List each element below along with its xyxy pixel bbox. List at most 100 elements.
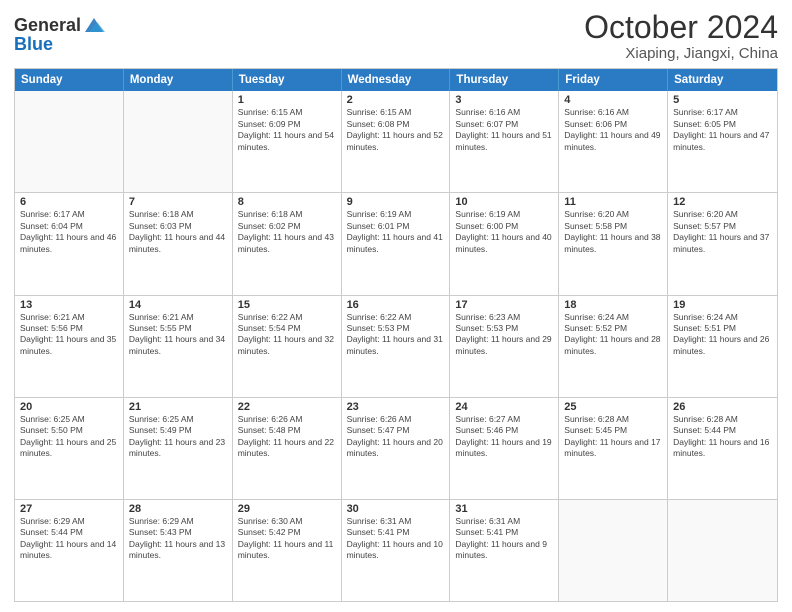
day-number: 21 [129, 401, 227, 413]
week-row-3: 20Sunrise: 6:25 AM Sunset: 5:50 PM Dayli… [15, 398, 777, 500]
day-15: 15Sunrise: 6:22 AM Sunset: 5:54 PM Dayli… [233, 296, 342, 397]
logo: General Blue [14, 14, 105, 55]
day-4: 4Sunrise: 6:16 AM Sunset: 6:06 PM Daylig… [559, 91, 668, 192]
day-info: Sunrise: 6:22 AM Sunset: 5:54 PM Dayligh… [238, 312, 336, 358]
day-number: 2 [347, 94, 445, 106]
day-12: 12Sunrise: 6:20 AM Sunset: 5:57 PM Dayli… [668, 193, 777, 294]
day-info: Sunrise: 6:31 AM Sunset: 5:41 PM Dayligh… [455, 516, 553, 562]
day-info: Sunrise: 6:31 AM Sunset: 5:41 PM Dayligh… [347, 516, 445, 562]
day-info: Sunrise: 6:25 AM Sunset: 5:50 PM Dayligh… [20, 414, 118, 460]
week-row-2: 13Sunrise: 6:21 AM Sunset: 5:56 PM Dayli… [15, 296, 777, 398]
week-row-0: 1Sunrise: 6:15 AM Sunset: 6:09 PM Daylig… [15, 91, 777, 193]
day-17: 17Sunrise: 6:23 AM Sunset: 5:53 PM Dayli… [450, 296, 559, 397]
empty-cell [668, 500, 777, 601]
day-19: 19Sunrise: 6:24 AM Sunset: 5:51 PM Dayli… [668, 296, 777, 397]
day-number: 16 [347, 299, 445, 311]
day-info: Sunrise: 6:23 AM Sunset: 5:53 PM Dayligh… [455, 312, 553, 358]
day-info: Sunrise: 6:26 AM Sunset: 5:48 PM Dayligh… [238, 414, 336, 460]
day-11: 11Sunrise: 6:20 AM Sunset: 5:58 PM Dayli… [559, 193, 668, 294]
day-number: 30 [347, 503, 445, 515]
day-16: 16Sunrise: 6:22 AM Sunset: 5:53 PM Dayli… [342, 296, 451, 397]
day-number: 14 [129, 299, 227, 311]
week-row-4: 27Sunrise: 6:29 AM Sunset: 5:44 PM Dayli… [15, 500, 777, 601]
day-number: 12 [673, 196, 772, 208]
day-24: 24Sunrise: 6:27 AM Sunset: 5:46 PM Dayli… [450, 398, 559, 499]
calendar-header: SundayMondayTuesdayWednesdayThursdayFrid… [15, 69, 777, 91]
empty-cell [124, 91, 233, 192]
day-number: 1 [238, 94, 336, 106]
day-info: Sunrise: 6:27 AM Sunset: 5:46 PM Dayligh… [455, 414, 553, 460]
day-1: 1Sunrise: 6:15 AM Sunset: 6:09 PM Daylig… [233, 91, 342, 192]
page-header: General Blue October 2024 Xiaping, Jiang… [14, 10, 778, 62]
day-3: 3Sunrise: 6:16 AM Sunset: 6:07 PM Daylig… [450, 91, 559, 192]
day-8: 8Sunrise: 6:18 AM Sunset: 6:02 PM Daylig… [233, 193, 342, 294]
day-number: 11 [564, 196, 662, 208]
day-number: 7 [129, 196, 227, 208]
day-26: 26Sunrise: 6:28 AM Sunset: 5:44 PM Dayli… [668, 398, 777, 499]
day-21: 21Sunrise: 6:25 AM Sunset: 5:49 PM Dayli… [124, 398, 233, 499]
day-number: 20 [20, 401, 118, 413]
day-number: 26 [673, 401, 772, 413]
day-9: 9Sunrise: 6:19 AM Sunset: 6:01 PM Daylig… [342, 193, 451, 294]
col-header-wednesday: Wednesday [342, 69, 451, 91]
day-number: 9 [347, 196, 445, 208]
day-23: 23Sunrise: 6:26 AM Sunset: 5:47 PM Dayli… [342, 398, 451, 499]
day-28: 28Sunrise: 6:29 AM Sunset: 5:43 PM Dayli… [124, 500, 233, 601]
day-6: 6Sunrise: 6:17 AM Sunset: 6:04 PM Daylig… [15, 193, 124, 294]
day-25: 25Sunrise: 6:28 AM Sunset: 5:45 PM Dayli… [559, 398, 668, 499]
day-22: 22Sunrise: 6:26 AM Sunset: 5:48 PM Dayli… [233, 398, 342, 499]
day-number: 5 [673, 94, 772, 106]
day-info: Sunrise: 6:29 AM Sunset: 5:43 PM Dayligh… [129, 516, 227, 562]
day-number: 18 [564, 299, 662, 311]
day-info: Sunrise: 6:16 AM Sunset: 6:07 PM Dayligh… [455, 107, 553, 153]
logo-blue: Blue [14, 34, 53, 55]
day-number: 13 [20, 299, 118, 311]
page-location: Xiaping, Jiangxi, China [584, 45, 778, 62]
col-header-saturday: Saturday [668, 69, 777, 91]
day-number: 17 [455, 299, 553, 311]
day-info: Sunrise: 6:21 AM Sunset: 5:56 PM Dayligh… [20, 312, 118, 358]
day-number: 15 [238, 299, 336, 311]
day-number: 28 [129, 503, 227, 515]
day-27: 27Sunrise: 6:29 AM Sunset: 5:44 PM Dayli… [15, 500, 124, 601]
empty-cell [559, 500, 668, 601]
title-block: October 2024 Xiaping, Jiangxi, China [584, 10, 778, 62]
day-18: 18Sunrise: 6:24 AM Sunset: 5:52 PM Dayli… [559, 296, 668, 397]
day-info: Sunrise: 6:22 AM Sunset: 5:53 PM Dayligh… [347, 312, 445, 358]
day-info: Sunrise: 6:20 AM Sunset: 5:57 PM Dayligh… [673, 209, 772, 255]
day-14: 14Sunrise: 6:21 AM Sunset: 5:55 PM Dayli… [124, 296, 233, 397]
day-number: 3 [455, 94, 553, 106]
day-info: Sunrise: 6:19 AM Sunset: 6:00 PM Dayligh… [455, 209, 553, 255]
day-info: Sunrise: 6:17 AM Sunset: 6:05 PM Dayligh… [673, 107, 772, 153]
day-info: Sunrise: 6:18 AM Sunset: 6:03 PM Dayligh… [129, 209, 227, 255]
day-number: 8 [238, 196, 336, 208]
day-info: Sunrise: 6:29 AM Sunset: 5:44 PM Dayligh… [20, 516, 118, 562]
day-info: Sunrise: 6:21 AM Sunset: 5:55 PM Dayligh… [129, 312, 227, 358]
day-7: 7Sunrise: 6:18 AM Sunset: 6:03 PM Daylig… [124, 193, 233, 294]
day-info: Sunrise: 6:17 AM Sunset: 6:04 PM Dayligh… [20, 209, 118, 255]
day-info: Sunrise: 6:19 AM Sunset: 6:01 PM Dayligh… [347, 209, 445, 255]
day-number: 24 [455, 401, 553, 413]
week-row-1: 6Sunrise: 6:17 AM Sunset: 6:04 PM Daylig… [15, 193, 777, 295]
day-number: 10 [455, 196, 553, 208]
calendar: SundayMondayTuesdayWednesdayThursdayFrid… [14, 68, 778, 602]
day-10: 10Sunrise: 6:19 AM Sunset: 6:00 PM Dayli… [450, 193, 559, 294]
day-number: 23 [347, 401, 445, 413]
day-info: Sunrise: 6:24 AM Sunset: 5:51 PM Dayligh… [673, 312, 772, 358]
day-info: Sunrise: 6:20 AM Sunset: 5:58 PM Dayligh… [564, 209, 662, 255]
day-number: 19 [673, 299, 772, 311]
day-info: Sunrise: 6:16 AM Sunset: 6:06 PM Dayligh… [564, 107, 662, 153]
day-number: 29 [238, 503, 336, 515]
day-info: Sunrise: 6:28 AM Sunset: 5:45 PM Dayligh… [564, 414, 662, 460]
day-2: 2Sunrise: 6:15 AM Sunset: 6:08 PM Daylig… [342, 91, 451, 192]
day-number: 27 [20, 503, 118, 515]
day-info: Sunrise: 6:30 AM Sunset: 5:42 PM Dayligh… [238, 516, 336, 562]
day-31: 31Sunrise: 6:31 AM Sunset: 5:41 PM Dayli… [450, 500, 559, 601]
logo-general: General [14, 16, 81, 34]
calendar-body: 1Sunrise: 6:15 AM Sunset: 6:09 PM Daylig… [15, 91, 777, 601]
logo-icon [83, 14, 105, 36]
day-info: Sunrise: 6:18 AM Sunset: 6:02 PM Dayligh… [238, 209, 336, 255]
day-30: 30Sunrise: 6:31 AM Sunset: 5:41 PM Dayli… [342, 500, 451, 601]
day-info: Sunrise: 6:25 AM Sunset: 5:49 PM Dayligh… [129, 414, 227, 460]
day-number: 22 [238, 401, 336, 413]
